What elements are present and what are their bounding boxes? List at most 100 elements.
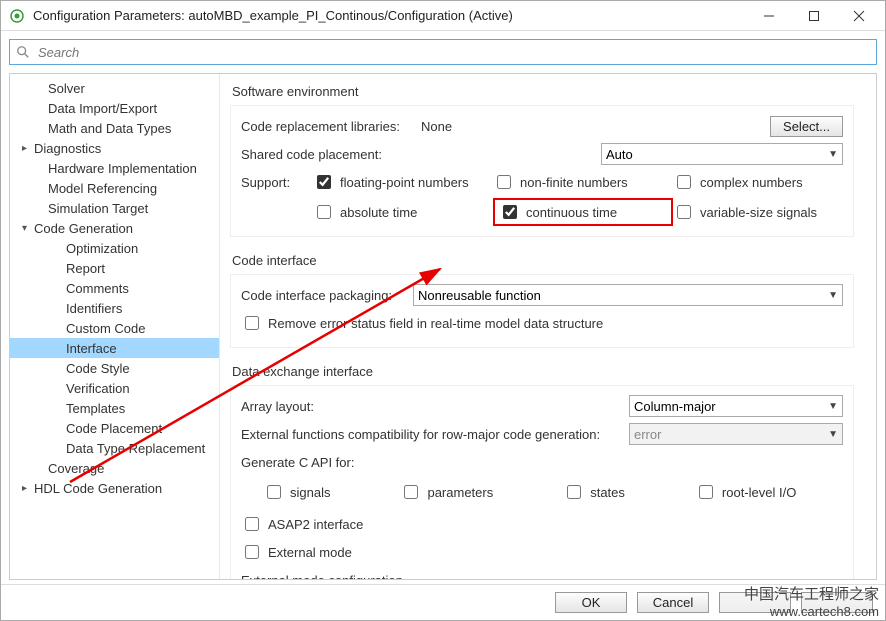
tree-item-identifiers[interactable]: Identifiers — [10, 298, 219, 318]
chevron-down-icon: ▼ — [828, 290, 838, 301]
array-layout-value: Column-major — [634, 399, 716, 414]
tree-item-optimization[interactable]: Optimization — [10, 238, 219, 258]
tree-item-label: Custom Code — [66, 321, 145, 336]
tree-item-label: Code Generation — [34, 221, 133, 236]
tree-item-label: Report — [66, 261, 105, 276]
window-title: Configuration Parameters: autoMBD_exampl… — [33, 8, 746, 23]
support-absolute-time[interactable]: absolute time — [313, 202, 493, 222]
tree-item-data-import-export[interactable]: Data Import/Export — [10, 98, 219, 118]
tree-item-label: Hardware Implementation — [48, 161, 197, 176]
pack-value: Nonreusable function — [418, 288, 541, 303]
support-label: Support: — [241, 175, 313, 190]
tree-item-label: Identifiers — [66, 301, 122, 316]
ext-compat-label: External functions compatibility for row… — [241, 427, 629, 442]
section-data-exchange: Array layout: Column-major ▼ External fu… — [230, 385, 854, 579]
search-input[interactable] — [36, 40, 870, 64]
tree-item-code-generation[interactable]: ▾Code Generation — [10, 218, 219, 238]
support-non-finite[interactable]: non-finite numbers — [493, 172, 673, 192]
scp-select[interactable]: Auto ▼ — [601, 143, 843, 165]
section-software-environment-title: Software environment — [230, 78, 854, 105]
maximize-button[interactable] — [791, 2, 836, 30]
titlebar: Configuration Parameters: autoMBD_exampl… — [1, 1, 885, 31]
tree-arrow-icon: ▸ — [22, 483, 32, 494]
tree-item-label: Optimization — [66, 241, 138, 256]
crl-label: Code replacement libraries: — [241, 119, 421, 134]
tree-arrow-icon: ▸ — [22, 143, 32, 154]
tree-item-label: Coverage — [48, 461, 104, 476]
tree-item-label: Solver — [48, 81, 85, 96]
ok-button[interactable]: OK — [555, 592, 627, 613]
tree-item-simulation-target[interactable]: Simulation Target — [10, 198, 219, 218]
help-button[interactable] — [719, 592, 791, 613]
tree-item-verification[interactable]: Verification — [10, 378, 219, 398]
ext-mode-config-label: External mode configuration — [241, 573, 403, 580]
tree-item-diagnostics[interactable]: ▸Diagnostics — [10, 138, 219, 158]
main-body: Solver Data Import/Export Math and Data Ty… — [9, 73, 877, 580]
tree-item-code-style[interactable]: Code Style — [10, 358, 219, 378]
scp-label: Shared code placement: — [241, 147, 601, 162]
section-code-interface: Code interface packaging: Nonreusable fu… — [230, 274, 854, 348]
section-software-environment: Code replacement libraries: None Select.… — [230, 105, 854, 237]
crl-value: None — [421, 119, 770, 134]
tree-item-math-and-data-types[interactable]: Math and Data Types — [10, 118, 219, 138]
tree-item-label: Comments — [66, 281, 129, 296]
asap2-checkbox[interactable]: ASAP2 interface — [241, 514, 363, 534]
tree-item-label: Templates — [66, 401, 125, 416]
array-layout-label: Array layout: — [241, 399, 629, 414]
chevron-down-icon: ▼ — [828, 401, 838, 412]
pack-label: Code interface packaging: — [241, 288, 413, 303]
tree-item-solver[interactable]: Solver — [10, 78, 219, 98]
tree-item-label: Data Import/Export — [48, 101, 157, 116]
cancel-button[interactable]: Cancel — [637, 592, 709, 613]
tree-item-code-placement[interactable]: Code Placement — [10, 418, 219, 438]
ext-compat-value: error — [634, 427, 661, 442]
capi-label: Generate C API for: — [241, 455, 354, 470]
tree-item-label: Code Style — [66, 361, 130, 376]
tree-item-data-type-replacement[interactable]: Data Type Replacement — [10, 438, 219, 458]
tree-item-comments[interactable]: Comments — [10, 278, 219, 298]
scp-value: Auto — [606, 147, 633, 162]
tree-item-label: Verification — [66, 381, 130, 396]
pack-select[interactable]: Nonreusable function ▼ — [413, 284, 843, 306]
tree-item-label: HDL Code Generation — [34, 481, 162, 496]
tree-item-interface[interactable]: Interface — [10, 338, 219, 358]
tree-item-label: Interface — [66, 341, 117, 356]
section-data-exchange-title: Data exchange interface — [230, 358, 854, 385]
capi-root-io[interactable]: root-level I/O — [695, 482, 796, 502]
tree-item-custom-code[interactable]: Custom Code — [10, 318, 219, 338]
tree-item-coverage[interactable]: Coverage — [10, 458, 219, 478]
capi-states[interactable]: states — [563, 482, 625, 502]
tree-item-report[interactable]: Report — [10, 258, 219, 278]
tree-item-label: Math and Data Types — [48, 121, 171, 136]
support-variable-size[interactable]: variable-size signals — [673, 202, 853, 222]
search-icon — [16, 45, 30, 59]
tree-item-label: Simulation Target — [48, 201, 148, 216]
tree-item-hdl-code-generation[interactable]: ▸HDL Code Generation — [10, 478, 219, 498]
array-layout-select[interactable]: Column-major ▼ — [629, 395, 843, 417]
tree-item-templates[interactable]: Templates — [10, 398, 219, 418]
capi-signals[interactable]: signals — [263, 482, 330, 502]
tree-item-label: Diagnostics — [34, 141, 101, 156]
search-bar[interactable] — [9, 39, 877, 65]
chevron-down-icon: ▼ — [828, 149, 838, 160]
support-complex[interactable]: complex numbers — [673, 172, 853, 192]
tree-item-label: Model Referencing — [48, 181, 157, 196]
tree-item-label: Code Placement — [66, 421, 162, 436]
support-continuous-time[interactable]: continuous time — [499, 202, 617, 222]
tree-arrow-icon: ▾ — [22, 223, 32, 234]
apply-button[interactable] — [801, 592, 873, 613]
tree-item-hardware-implementation[interactable]: Hardware Implementation — [10, 158, 219, 178]
remove-error-status-checkbox[interactable]: Remove error status field in real-time m… — [241, 313, 603, 333]
content-pane[interactable]: Software environment Code replacement li… — [220, 74, 876, 579]
close-button[interactable] — [836, 2, 881, 30]
tree-item-model-referencing[interactable]: Model Referencing — [10, 178, 219, 198]
app-icon — [9, 8, 25, 24]
crl-select-button[interactable]: Select... — [770, 116, 843, 137]
support-floating-point[interactable]: floating-point numbers — [313, 172, 493, 192]
external-mode-checkbox[interactable]: External mode — [241, 542, 352, 562]
window: Configuration Parameters: autoMBD_exampl… — [0, 0, 886, 621]
nav-tree[interactable]: Solver Data Import/Export Math and Data Ty… — [10, 74, 220, 579]
ext-compat-select: error ▼ — [629, 423, 843, 445]
capi-parameters[interactable]: parameters — [400, 482, 493, 502]
minimize-button[interactable] — [746, 2, 791, 30]
